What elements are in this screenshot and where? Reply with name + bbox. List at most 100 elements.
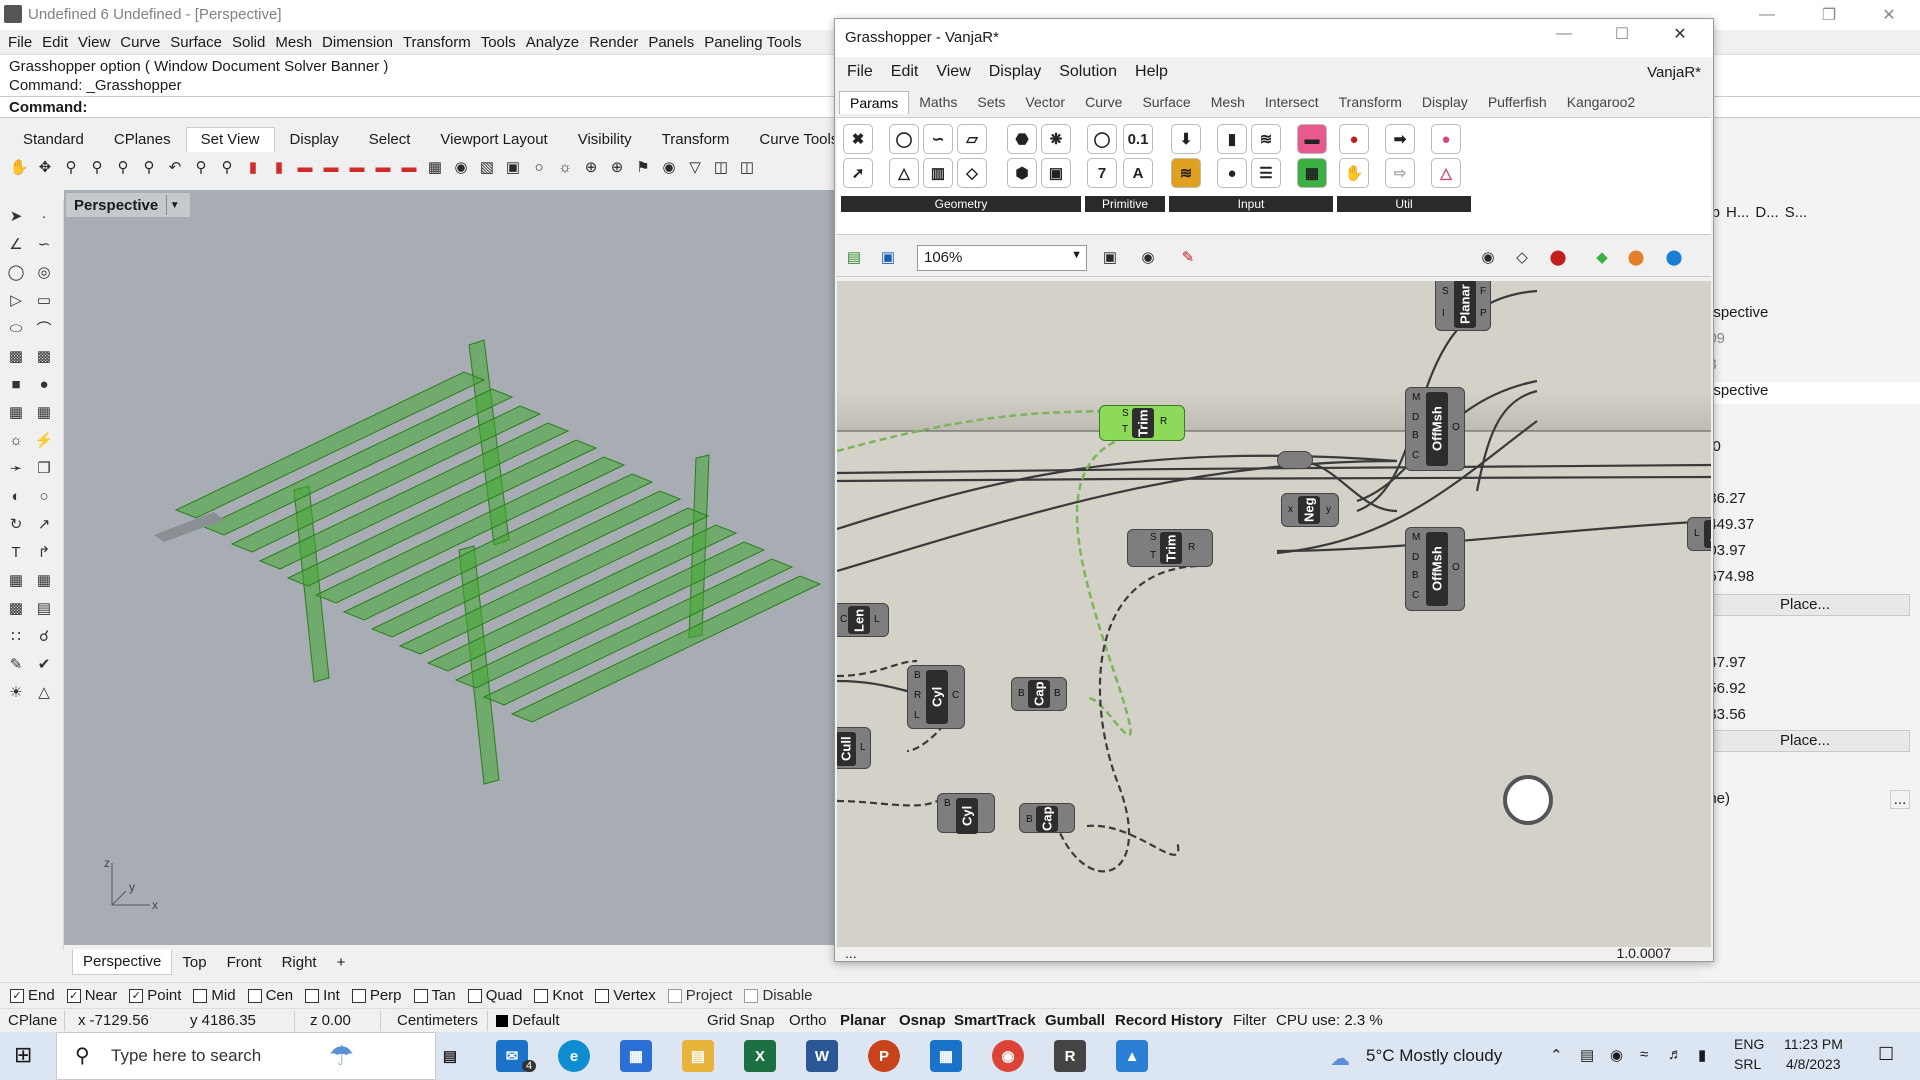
gh-menu-edit[interactable]: Edit: [891, 63, 919, 81]
panel-icon[interactable]: ⬇: [1171, 124, 1201, 154]
chrome-icon[interactable]: ◉: [992, 1040, 1024, 1072]
text-icon[interactable]: T: [4, 540, 28, 564]
menu-surface[interactable]: Surface: [168, 34, 230, 51]
boolean-param-icon[interactable]: ◯: [1087, 124, 1117, 154]
box-param-icon[interactable]: ◇: [957, 158, 987, 188]
perspective-viewport[interactable]: [64, 190, 834, 945]
excel-icon[interactable]: X: [744, 1040, 776, 1072]
ribbon-input-label[interactable]: Input: [1169, 196, 1333, 212]
gh-minimize-button[interactable]: —: [1535, 19, 1593, 49]
cylinder-component[interactable]: B Cyl: [937, 793, 995, 834]
status-filter[interactable]: Filter: [1233, 1012, 1266, 1029]
render-icon[interactable]: ☀: [4, 680, 28, 704]
material-preview-icon[interactable]: ⬤: [1625, 246, 1647, 268]
menu-analyze[interactable]: Analyze: [524, 34, 587, 51]
camera-icon[interactable]: ◉: [450, 156, 472, 178]
weather-text[interactable]: 5°C Mostly cloudy: [1366, 1046, 1502, 1066]
tab-top[interactable]: Top: [172, 950, 216, 975]
camera-x[interactable]: 436.27: [1700, 490, 1920, 507]
rotate-icon[interactable]: ↻: [4, 512, 28, 536]
offset-mesh-component[interactable]: M D B C OffMsh O: [1405, 527, 1465, 611]
status-grid-snap[interactable]: Grid Snap: [707, 1012, 775, 1029]
rectangle-icon[interactable]: ▭: [32, 288, 56, 312]
tab-perspective[interactable]: Perspective: [72, 949, 173, 975]
taskbar-search-box[interactable]: ⚲ Type here to search ☂: [56, 1032, 436, 1080]
checkbox[interactable]: [534, 988, 549, 1003]
paint-icon[interactable]: △: [32, 680, 56, 704]
relay-node[interactable]: [1277, 451, 1313, 469]
wifi-icon[interactable]: ≈: [1640, 1046, 1648, 1063]
edge-icon[interactable]: e: [558, 1040, 590, 1072]
osnap-int[interactable]: Int: [305, 987, 340, 1004]
fist-icon[interactable]: ✋: [1339, 158, 1369, 188]
circle-icon[interactable]: ◎: [32, 260, 56, 284]
surface-icon[interactable]: ▩: [4, 344, 28, 368]
car-icon[interactable]: ▬: [398, 156, 420, 178]
shaded-preview-icon[interactable]: ⬤: [1547, 246, 1569, 268]
status-smarttrack[interactable]: SmartTrack: [954, 1012, 1036, 1029]
menu-transform[interactable]: Transform: [401, 34, 479, 51]
menu-panels[interactable]: Panels: [646, 34, 702, 51]
zoom-out-icon[interactable]: ⚲: [216, 156, 238, 178]
clock-date[interactable]: 4/8/2023: [1786, 1056, 1841, 1072]
place-camera-button[interactable]: Place...: [1700, 594, 1910, 616]
status-gumball[interactable]: Gumball: [1045, 1012, 1105, 1029]
open-file-icon[interactable]: ▤: [843, 246, 865, 268]
osnap-end[interactable]: ✓ End: [10, 987, 55, 1004]
osnap-near[interactable]: ✓ Near: [66, 987, 117, 1004]
line-param-icon[interactable]: △: [889, 158, 919, 188]
checkbox[interactable]: [413, 988, 428, 1003]
prop-rotation[interactable]: 0: [1700, 464, 1920, 481]
menu-edit[interactable]: Edit: [40, 34, 76, 51]
target-icon[interactable]: ⊕: [580, 156, 602, 178]
clock-time[interactable]: 11:23 PM: [1784, 1036, 1843, 1052]
circle-icon[interactable]: ◯: [4, 260, 28, 284]
tab-viewport-layout[interactable]: Viewport Layout: [425, 127, 562, 152]
gh-tab-transform[interactable]: Transform: [1329, 91, 1412, 113]
camera-distance[interactable]: 2674.98: [1700, 568, 1920, 585]
task-view-icon[interactable]: ▤: [434, 1040, 466, 1072]
word-icon[interactable]: W: [806, 1040, 838, 1072]
gh-tab-sets[interactable]: Sets: [967, 91, 1015, 113]
checkbox[interactable]: [193, 988, 208, 1003]
line-component[interactable]: L Ln: [1687, 517, 1711, 551]
mesh-param-icon[interactable]: ❋: [1041, 124, 1071, 154]
ribbon-primitive-label[interactable]: Primitive: [1085, 196, 1165, 212]
grid-icon[interactable]: ◫: [736, 156, 758, 178]
rotate-view-icon[interactable]: ✥: [34, 156, 56, 178]
zoom-extents-icon[interactable]: ⚲: [112, 156, 134, 178]
save-icon[interactable]: ▣: [877, 246, 899, 268]
negative-component[interactable]: x Neg y: [1281, 493, 1339, 527]
add-viewport-tab-button[interactable]: +: [327, 950, 356, 975]
cube-icon[interactable]: ▩: [4, 596, 28, 620]
gh-tab-params[interactable]: Params: [839, 90, 910, 114]
zoom-in-icon[interactable]: ⚲: [190, 156, 212, 178]
camera-icon[interactable]: ◉: [658, 156, 680, 178]
osnap-mid[interactable]: Mid: [193, 987, 236, 1004]
walk-icon[interactable]: ⚑: [632, 156, 654, 178]
browse-button[interactable]: ...: [1890, 790, 1910, 809]
checkbox[interactable]: ✓: [66, 988, 81, 1003]
planar-component[interactable]: S I Planar F P: [1435, 281, 1491, 331]
arrow-right-icon[interactable]: ➡: [1385, 124, 1415, 154]
number-param-icon[interactable]: 0.1: [1123, 124, 1153, 154]
menu-solid[interactable]: Solid: [230, 34, 273, 51]
battery-icon[interactable]: ▮: [1698, 1046, 1706, 1064]
group-param-icon[interactable]: ▣: [1041, 158, 1071, 188]
grid-icon[interactable]: ◫: [710, 156, 732, 178]
tab-transform[interactable]: Transform: [647, 127, 745, 152]
wallpaper-filename[interactable]: one): [1700, 790, 1920, 807]
minimize-button[interactable]: —: [1738, 0, 1796, 30]
data-dam-icon[interactable]: ●: [1431, 124, 1461, 154]
tab-set-view[interactable]: Set View: [185, 126, 275, 152]
prop-lens[interactable]: 0.0: [1700, 438, 1920, 455]
group-icon[interactable]: ○: [32, 484, 56, 508]
checkbox[interactable]: ✓: [10, 988, 24, 1003]
surface-param-icon[interactable]: ▱: [957, 124, 987, 154]
tab-cplanes[interactable]: CPlanes: [99, 127, 186, 152]
menu-render[interactable]: Render: [587, 34, 646, 51]
graph-mapper-icon[interactable]: ≋: [1251, 124, 1281, 154]
display-sphere-icon[interactable]: ⬤: [1663, 246, 1685, 268]
checkbox[interactable]: [744, 988, 759, 1003]
checkbox[interactable]: ✓: [129, 988, 144, 1003]
